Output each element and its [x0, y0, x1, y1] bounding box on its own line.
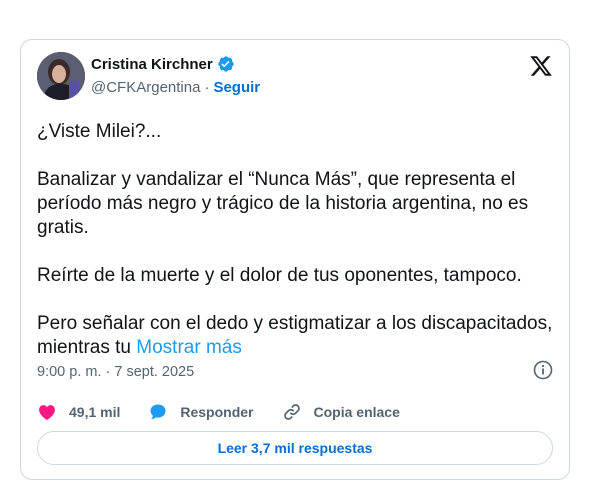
reply-icon — [150, 404, 166, 420]
copy-link-button[interactable]: Copia enlace — [282, 402, 400, 422]
copy-link-label: Copia enlace — [313, 404, 400, 420]
show-more-link[interactable]: Mostrar más — [136, 337, 242, 358]
likes-count: 49,1 mil — [69, 404, 121, 420]
verified-badge-icon — [217, 55, 235, 73]
follow-button[interactable]: Seguir — [213, 79, 260, 96]
info-icon[interactable] — [533, 360, 553, 380]
reply-label: Responder — [180, 404, 254, 420]
tweet-timestamp[interactable]: 9:00 p. m. · 7 sept. 2025 — [37, 364, 194, 380]
avatar[interactable] — [37, 52, 85, 100]
separator-dot: · — [204, 79, 210, 96]
tweet-paragraph: ¿Viste Milei?... — [37, 121, 162, 142]
heart-icon — [39, 405, 55, 420]
like-button[interactable]: 49,1 mil — [37, 402, 120, 422]
author-handle[interactable]: @CFKArgentina — [91, 79, 200, 96]
x-logo-icon[interactable] — [529, 54, 553, 78]
author-name[interactable]: Cristina Kirchner — [91, 56, 213, 73]
read-replies-button[interactable]: Leer 3,7 mil respuestas — [37, 431, 553, 465]
action-bar: 49,1 mil Responder Copia enlace — [37, 402, 428, 422]
tweet-paragraph: Reírte de la muerte y el dolor de tus op… — [37, 265, 522, 286]
link-icon — [283, 404, 300, 420]
tweet-text: ¿Viste Milei?... Banalizar y vandalizar … — [37, 120, 557, 360]
tweet-paragraph: Pero señalar con el dedo y estigmatizar … — [37, 312, 557, 360]
tweet-paragraph: Banalizar y vandalizar el “Nunca Más”, q… — [37, 169, 529, 238]
reply-button[interactable]: Responder — [148, 402, 254, 422]
tweet-paragraph-text: Pero señalar con el dedo y estigmatizar … — [37, 313, 553, 358]
tweet-card: Cristina Kirchner @CFKArgentina · Seguir… — [20, 39, 570, 480]
